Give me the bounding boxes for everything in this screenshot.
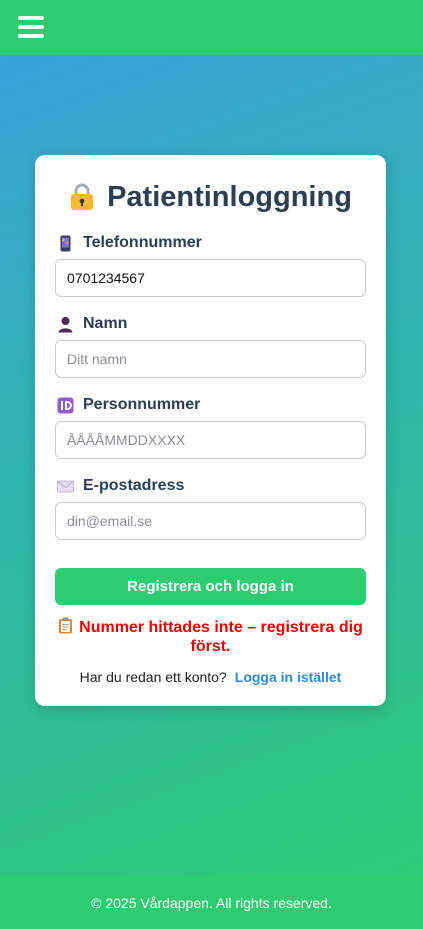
login-title-row: Patientinloggning: [35, 177, 386, 217]
clipboard-icon: [59, 617, 73, 634]
email-input[interactable]: [55, 502, 366, 540]
envelope-icon: [57, 480, 74, 492]
personal-number-input[interactable]: [55, 421, 366, 459]
phone-label: Telefonnummer: [57, 232, 202, 254]
login-card: Patientinloggning Telefonnummer Namn Per…: [35, 155, 386, 706]
login-instead-link[interactable]: Logga in istället: [235, 669, 342, 685]
page-footer: © 2025 Vårdappen. All rights reserved.: [0, 876, 423, 929]
lock-icon: [71, 183, 94, 210]
mobile-phone-icon: [60, 235, 71, 251]
name-label: Namn: [57, 313, 127, 335]
top-navbar: [0, 0, 423, 55]
existing-account-text: Har du redan ett konto?: [79, 669, 227, 685]
error-message: Nummer hittades inte – registrera dig fö…: [55, 617, 366, 656]
name-input[interactable]: [55, 340, 366, 378]
personal-number-label: Personnummer: [57, 394, 200, 416]
register-login-button[interactable]: Registrera och logga in: [55, 568, 366, 605]
page-title: Patientinloggning: [107, 180, 352, 213]
phone-input[interactable]: [55, 259, 366, 297]
error-text: Nummer hittades inte – registrera dig fö…: [79, 619, 363, 655]
email-label: E-postadress: [57, 475, 184, 497]
id-icon: [57, 397, 74, 413]
copyright-text: © 2025 Vårdappen. All rights reserved.: [91, 894, 332, 911]
hamburger-menu-icon[interactable]: [18, 15, 44, 39]
person-icon: [58, 316, 73, 332]
existing-account-row: Har du redan ett konto? Logga in istället: [35, 669, 386, 685]
